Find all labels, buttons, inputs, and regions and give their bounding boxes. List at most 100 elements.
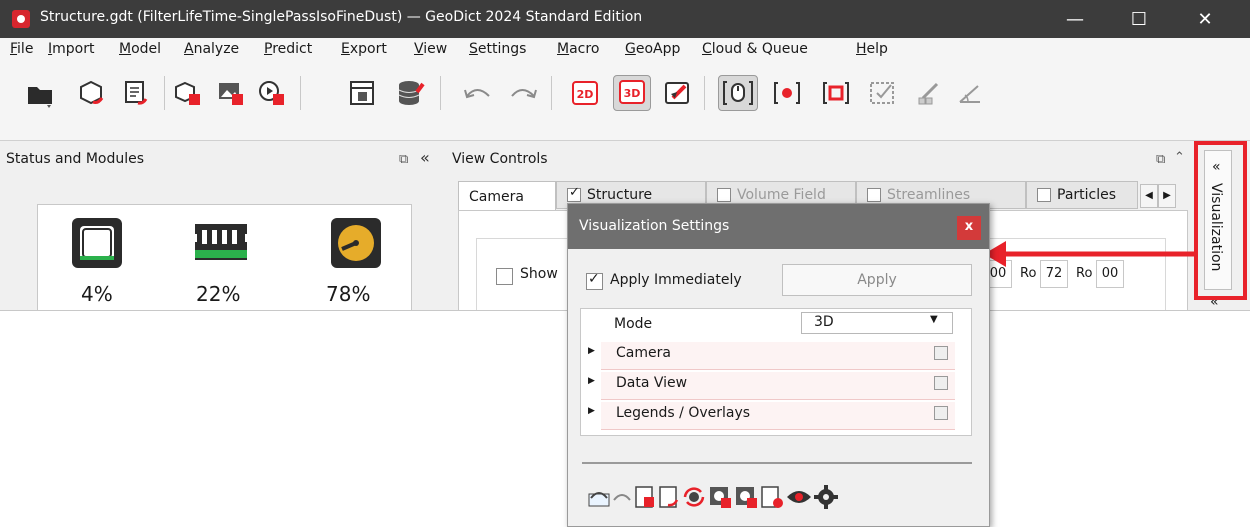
- chevron-down-icon: ▼: [930, 314, 938, 325]
- camera-settings-icon[interactable]: [934, 346, 948, 360]
- expand-arrow-icon[interactable]: ▶: [588, 376, 595, 386]
- maximize-button[interactable]: ☐: [1110, 0, 1168, 38]
- memory-usage-label: 22%: [196, 282, 241, 306]
- load-structure-icon[interactable]: [76, 78, 106, 108]
- tab-particles[interactable]: Particles: [1026, 181, 1138, 209]
- status-panel: Status and Modules ⧉ « 4% 22% 78%: [0, 146, 442, 310]
- visibility-eye-icon[interactable]: [786, 487, 812, 511]
- import-image-icon[interactable]: [216, 78, 246, 108]
- fly-camera-icon[interactable]: [663, 78, 693, 108]
- close-button[interactable]: ✕: [1176, 0, 1234, 38]
- select-check-icon[interactable]: [868, 78, 898, 108]
- window-title: Structure.gdt (FilterLifeTime-SinglePass…: [40, 9, 643, 25]
- expand-arrow-icon[interactable]: ▶: [588, 406, 595, 416]
- open-folder-icon[interactable]: [25, 78, 55, 108]
- show-checkbox[interactable]: [496, 268, 513, 285]
- menu-help[interactable]: Help: [856, 41, 888, 57]
- expand-arrow-icon[interactable]: ▶: [588, 346, 595, 356]
- select-region-icon[interactable]: [718, 75, 758, 111]
- settings-gear-icon[interactable]: [814, 485, 838, 513]
- tab-label: Particles: [1057, 187, 1117, 203]
- select-box-icon[interactable]: [821, 78, 851, 108]
- tab-scroll-right-button[interactable]: ▶: [1158, 184, 1176, 208]
- apply-immediately-checkbox[interactable]: ✓: [586, 271, 603, 290]
- menu-settings[interactable]: Settings: [469, 41, 526, 57]
- tab-label: Volume Field: [737, 187, 826, 203]
- camera-section-label: Camera: [616, 345, 671, 361]
- apply-immediately-label: Apply Immediately: [610, 272, 742, 288]
- 2d-view-button[interactable]: 2D: [570, 78, 600, 108]
- menu-file[interactable]: File: [10, 41, 33, 57]
- mode-label: Mode: [614, 316, 653, 332]
- measure-angle-icon[interactable]: [955, 78, 985, 108]
- reset-settings-icon[interactable]: [682, 485, 706, 513]
- database-icon[interactable]: [396, 78, 426, 108]
- data-view-settings-icon[interactable]: [934, 376, 948, 390]
- streamlines-checkbox[interactable]: [867, 188, 881, 202]
- menu-predict[interactable]: Predict: [264, 41, 312, 57]
- menu-bar: File Import Model Analyze Predict Export…: [0, 38, 1250, 62]
- particles-checkbox[interactable]: [1037, 188, 1051, 202]
- play-macro-icon[interactable]: [257, 78, 287, 108]
- dialog-close-button[interactable]: x: [957, 216, 981, 240]
- status-panel-title: Status and Modules: [6, 151, 145, 167]
- undo-icon[interactable]: [462, 78, 492, 108]
- script-icon[interactable]: [760, 485, 784, 513]
- toolbar-separator: [300, 76, 301, 110]
- structure-checkbox[interactable]: ✓: [567, 185, 581, 202]
- measure-brush-icon[interactable]: [913, 78, 943, 108]
- save-settings-icon[interactable]: [658, 485, 680, 513]
- toolbar-separator: [704, 76, 705, 110]
- minimize-button[interactable]: —: [1046, 0, 1104, 38]
- float-panel-icon[interactable]: ⧉: [399, 152, 408, 167]
- results-viewer-icon[interactable]: [121, 78, 151, 108]
- menu-view[interactable]: View: [414, 41, 447, 57]
- menu-analyze[interactable]: Analyze: [184, 41, 239, 57]
- menu-geoapp[interactable]: GeoApp: [625, 41, 680, 57]
- menu-cloud-queue[interactable]: Cloud & Queue: [702, 41, 808, 57]
- export-gear-icon[interactable]: [734, 485, 758, 513]
- 3d-view-button[interactable]: 3D: [613, 75, 651, 111]
- tab-camera[interactable]: Camera: [458, 181, 556, 211]
- cpu-icon: [70, 216, 124, 274]
- legends-overlays-settings-icon[interactable]: [934, 406, 948, 420]
- redo-icon[interactable]: [509, 78, 539, 108]
- report-viewer-icon[interactable]: [347, 78, 377, 108]
- dialog-undo-icon[interactable]: [588, 486, 610, 512]
- model-structure-icon[interactable]: [173, 78, 203, 108]
- tab-label: Streamlines: [887, 187, 971, 203]
- show-label: Show: [520, 266, 558, 282]
- volume-field-checkbox[interactable]: [717, 188, 731, 202]
- annotation-arrow: [984, 241, 1196, 267]
- geodict-app-icon: [12, 10, 30, 28]
- collapse-panel-icon[interactable]: «: [420, 148, 430, 167]
- legends-overlays-section-label: Legends / Overlays: [616, 405, 751, 421]
- apply-button[interactable]: Apply: [782, 264, 972, 296]
- title-bar: Structure.gdt (FilterLifeTime-SinglePass…: [0, 0, 1250, 38]
- memory-icon: [193, 216, 249, 274]
- view-controls-title: View Controls: [452, 151, 548, 167]
- mode-select-value: 3D: [814, 314, 834, 330]
- menu-import[interactable]: Import: [48, 41, 94, 57]
- float-panel-icon[interactable]: ⧉: [1156, 152, 1165, 167]
- tab-label: Camera: [469, 188, 524, 205]
- toolbar-separator: [440, 76, 441, 110]
- menu-macro[interactable]: Macro: [557, 41, 599, 57]
- apply-gear-icon[interactable]: [708, 485, 732, 513]
- load-settings-icon[interactable]: [634, 485, 656, 513]
- menu-export[interactable]: Export: [341, 41, 387, 57]
- highlight-box: [1194, 141, 1247, 300]
- dialog-title-bar: Visualization Settings x: [568, 204, 989, 249]
- svg-text:2D: 2D: [577, 88, 594, 101]
- select-point-icon[interactable]: [772, 78, 802, 108]
- tab-scroll-left-button[interactable]: ◀: [1140, 184, 1158, 208]
- cpu-usage-label: 4%: [81, 282, 113, 306]
- toolbar-separator: [551, 76, 552, 110]
- menu-model[interactable]: Model: [119, 41, 161, 57]
- check-icon: ✓: [588, 271, 600, 287]
- dialog-redo-icon[interactable]: [612, 486, 634, 512]
- collapse-up-icon[interactable]: ⌃: [1174, 150, 1185, 165]
- mode-select[interactable]: 3D ▼: [801, 312, 953, 334]
- data-view-section-label: Data View: [616, 375, 688, 391]
- disk-icon: [329, 216, 383, 274]
